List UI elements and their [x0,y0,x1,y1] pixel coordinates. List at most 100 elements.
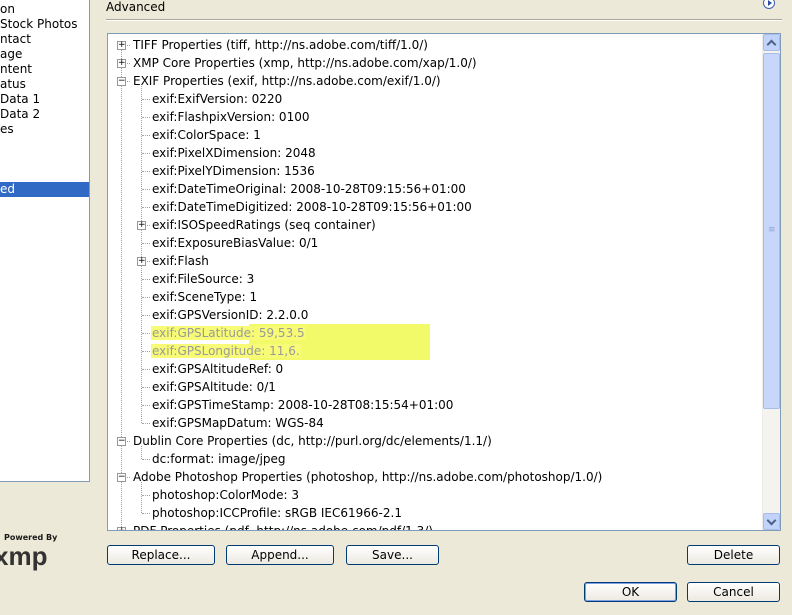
expand-arrow-icon[interactable] [763,0,775,9]
tree-property-row[interactable]: exif:GPSAltitude: 0/1 [151,378,277,396]
tree-property-row[interactable]: exif:GPSLongitude: 11,6. [151,342,301,360]
category-item[interactable]: on [0,2,89,17]
append-button[interactable]: Append... [226,545,334,565]
tree-group-row[interactable]: XMP Core Properties (xmp, http://ns.adob… [132,54,478,72]
collapse-minus-icon[interactable]: − [117,437,126,446]
tree-guide-line [142,243,150,244]
tree-row-label: photoshop:ICCProfile: sRGB IEC61966-2.1 [152,506,402,520]
expand-plus-icon[interactable]: + [117,59,126,68]
tree-group-row[interactable]: TIFF Properties (tiff, http://ns.adobe.c… [132,36,429,54]
tree-guide-line [141,482,142,513]
scroll-down-button[interactable] [763,513,780,530]
tree-guide-line [142,135,150,136]
tree-row-label: exif:ISOSpeedRatings (seq container) [152,218,376,232]
tree-property-row[interactable]: exif:ExposureBiasValue: 0/1 [151,234,319,252]
tree-property-row[interactable]: exif:FlashpixVersion: 0100 [151,108,310,126]
tree-row-label: Dublin Core Properties (dc, http://purl.… [133,434,492,448]
tree-group-row[interactable]: Dublin Core Properties (dc, http://purl.… [132,432,493,450]
replace-button[interactable]: Replace... [107,545,215,565]
tree-property-row[interactable]: dc:format: image/jpeg [151,450,287,468]
expand-plus-icon[interactable]: + [117,41,126,50]
category-item[interactable]: ntent [0,62,89,77]
tree-property-row[interactable]: photoshop:ColorMode: 3 [151,486,300,504]
tree-property-row[interactable]: exif:GPSLatitude: 59,53.5 [151,324,306,342]
tree-row-label: exif:PixelYDimension: 1536 [152,164,315,178]
tree-guide-line [142,99,150,100]
tree-guide-line [121,45,122,530]
tree-guide-line [142,405,150,406]
tree-group-row[interactable]: EXIF Properties (exif, http://ns.adobe.c… [132,72,442,90]
ok-button[interactable]: OK [584,582,677,602]
tree-row-label: exif:SceneType: 1 [152,290,258,304]
expand-plus-icon[interactable]: + [117,527,126,530]
category-item[interactable]: Data 2 [0,107,89,122]
tree-guide-line [142,171,150,172]
tree-guide-line [142,279,150,280]
tree-guide-line [142,495,150,496]
tree-guide-line [142,153,150,154]
xmp-wordmark: xmp [0,541,48,571]
tree-row-label: exif:ExposureBiasValue: 0/1 [152,236,319,250]
category-item[interactable]: Data 1 [0,92,89,107]
tree-property-row[interactable]: exif:Flash [151,252,210,270]
tree-guide-line [142,117,150,118]
tree-row-label: exif:GPSAltitude: 0/1 [152,380,276,394]
tree-row-label: exif:Flash [152,254,209,268]
tree-property-row[interactable]: exif:PixelXDimension: 2048 [151,144,317,162]
tree-guide-line [141,86,142,423]
category-item[interactable]: Stock Photos [0,17,89,32]
tree-content: TIFF Properties (tiff, http://ns.adobe.c… [108,34,762,530]
tree-row-label: Adobe Photoshop Properties (photoshop, h… [133,470,603,484]
tree-property-row[interactable]: exif:ExifVersion: 0220 [151,90,283,108]
tree-property-row[interactable]: exif:GPSAltitudeRef: 0 [151,360,284,378]
tree-property-row[interactable]: exif:ISOSpeedRatings (seq container) [151,216,377,234]
tree-guide-line [142,423,150,424]
category-item-advanced[interactable]: ed [0,182,89,197]
tree-guide-line [142,207,150,208]
tree-row-label: exif:GPSLongitude: 11,6. [151,344,301,358]
tree-row-label: exif:DateTimeOriginal: 2008-10-28T09:15:… [152,182,466,196]
tree-property-row[interactable]: exif:GPSMapDatum: WGS-84 [151,414,325,432]
tree-guide-line [142,513,150,514]
tree-guide-line [142,387,150,388]
tree-guide-line [142,297,150,298]
collapse-minus-icon[interactable]: − [117,77,126,86]
tree-row-label: exif:GPSLatitude: 59,53.5 [151,326,306,340]
category-item[interactable]: age [0,47,89,62]
tree-guide-line [142,189,150,190]
tree-row-label: exif:GPSMapDatum: WGS-84 [152,416,324,430]
tree-property-row[interactable]: exif:DateTimeOriginal: 2008-10-28T09:15:… [151,180,467,198]
tree-property-row[interactable]: exif:SceneType: 1 [151,288,258,306]
cancel-button[interactable]: Cancel [687,582,780,602]
tree-guide-line [142,333,150,334]
category-item[interactable]: ntact [0,32,89,47]
tree-property-row[interactable]: exif:GPSTimeStamp: 2008-10-28T08:15:54+0… [151,396,454,414]
properties-tree[interactable]: TIFF Properties (tiff, http://ns.adobe.c… [107,33,781,531]
tree-property-row[interactable]: exif:GPSVersionID: 2.2.0.0 [151,306,309,324]
tree-property-row[interactable]: photoshop:ICCProfile: sRGB IEC61966-2.1 [151,504,403,522]
tree-group-row[interactable]: PDF Properties (pdf, http://ns.adobe.com… [132,522,434,530]
scroll-up-button[interactable] [763,34,780,51]
tree-row-label: dc:format: image/jpeg [152,452,286,466]
category-item[interactable]: es [0,122,89,137]
tree-property-row[interactable]: exif:PixelYDimension: 1536 [151,162,316,180]
tree-guide-line [142,459,150,460]
header-divider [106,19,782,21]
category-item[interactable]: atus [0,77,89,92]
tree-row-label: XMP Core Properties (xmp, http://ns.adob… [133,56,477,70]
tree-guide-line [142,369,150,370]
tree-property-row[interactable]: exif:DateTimeDigitized: 2008-10-28T09:15… [151,198,473,216]
tree-row-label: exif:ExifVersion: 0220 [152,92,283,106]
category-list[interactable]: on Stock Photos ntact age ntent atus Dat… [0,0,90,482]
delete-button[interactable]: Delete [687,545,780,565]
expand-plus-icon[interactable]: + [137,257,146,266]
tree-property-row[interactable]: exif:ColorSpace: 1 [151,126,262,144]
section-title: Advanced [106,0,166,14]
tree-group-row[interactable]: Adobe Photoshop Properties (photoshop, h… [132,468,603,486]
collapse-minus-icon[interactable]: − [117,473,126,482]
vertical-scrollbar[interactable] [762,34,780,530]
scroll-thumb[interactable] [763,53,780,409]
tree-property-row[interactable]: exif:FileSource: 3 [151,270,255,288]
save-button[interactable]: Save... [346,545,439,565]
expand-plus-icon[interactable]: + [137,221,146,230]
